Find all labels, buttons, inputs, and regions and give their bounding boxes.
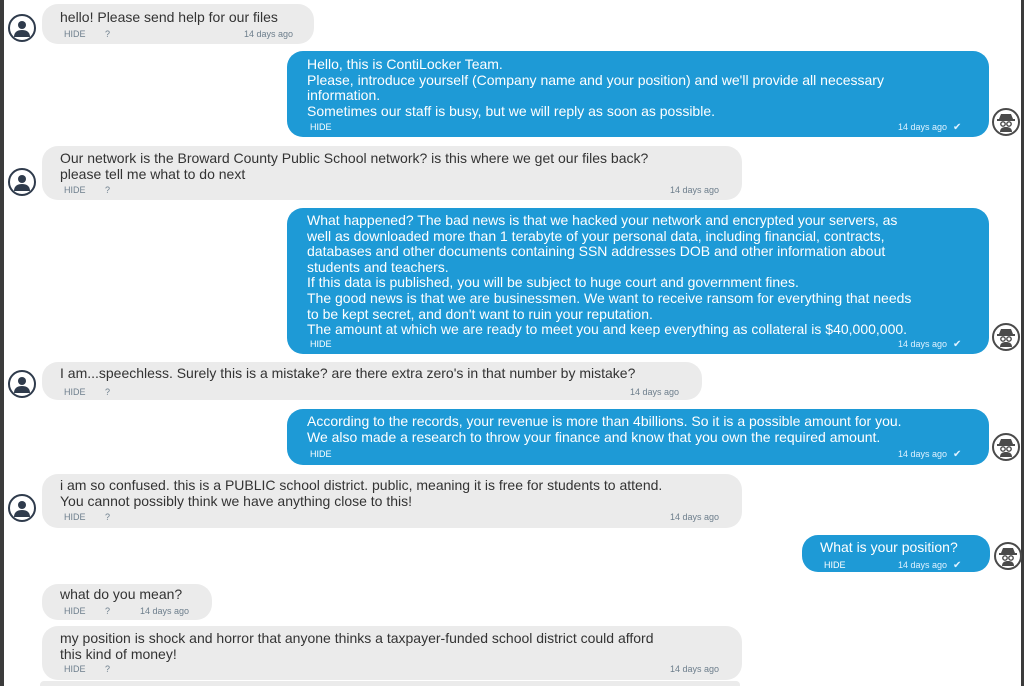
timestamp-text: 14 days ago	[670, 185, 720, 195]
message-line: I am...speechless. Surely this is a mist…	[60, 365, 636, 381]
check-icon: ✔	[953, 339, 962, 350]
hide-link[interactable]: HIDE	[310, 449, 332, 459]
message-text: Hello, this is ContiLocker Team. Please, …	[307, 56, 884, 119]
message-line: If this data is published, you will be s…	[307, 274, 799, 291]
message-line: The good news is that we are businessmen…	[307, 289, 912, 306]
message-line: my position is shock and horror that any…	[60, 630, 654, 646]
message-line: i am so confused. this is a PUBLIC schoo…	[60, 477, 663, 493]
message-line: We also made a research to throw your fi…	[307, 428, 881, 445]
message-line: According to the records, your revenue i…	[307, 413, 902, 429]
message-timestamp: 14 days ago	[140, 606, 189, 616]
hacker-avatar-icon	[992, 108, 1020, 136]
help-link[interactable]: ?	[105, 185, 110, 195]
timestamp-text: 14 days ago	[670, 512, 720, 522]
message-line: this kind of money!	[60, 645, 177, 662]
help-link[interactable]: ?	[105, 512, 110, 522]
help-link[interactable]: ?	[105, 29, 110, 39]
outgoing-message: According to the records, your revenue i…	[287, 409, 989, 465]
message-timestamp: 14 days ago	[630, 387, 679, 397]
hide-link[interactable]: HIDE	[64, 512, 86, 522]
timestamp-text: 14 days ago	[140, 606, 190, 616]
hide-link[interactable]: HIDE	[310, 339, 332, 349]
message-text: what do you mean?	[60, 586, 183, 603]
hacker-avatar-icon	[994, 542, 1022, 570]
message-timestamp: 14 days ago ✔	[898, 449, 961, 460]
check-icon: ✔	[953, 122, 962, 133]
message-text: According to the records, your revenue i…	[307, 413, 902, 445]
outgoing-message: Hello, this is ContiLocker Team. Please, …	[287, 51, 989, 137]
message-line: The amount at which we are ready to meet…	[307, 321, 908, 338]
message-text: Our network is the Broward County Public…	[60, 150, 649, 182]
next-message-edge	[40, 681, 740, 686]
window-frame-left	[0, 0, 4, 686]
message-line: information.	[307, 87, 381, 104]
timestamp-text: 14 days ago	[630, 387, 680, 397]
message-text: i am so confused. this is a PUBLIC schoo…	[60, 477, 663, 509]
message-line: to be kept secret, and don't want to rui…	[307, 305, 653, 322]
hide-link[interactable]: HIDE	[64, 185, 86, 195]
message-text: hello! Please send help for our files	[60, 9, 278, 26]
message-line: Hello, this is ContiLocker Team.	[307, 56, 503, 72]
user-avatar-icon	[8, 168, 36, 196]
outgoing-message: What happened? The bad news is that we h…	[287, 208, 989, 354]
timestamp-text: 14 days ago	[898, 122, 948, 132]
timestamp-text: 14 days ago	[898, 339, 948, 349]
check-icon: ✔	[953, 560, 962, 571]
message-line: Our network is the Broward County Public…	[60, 150, 649, 166]
message-line: hello! Please send help for our files	[60, 9, 278, 25]
message-text: my position is shock and horror that any…	[60, 630, 654, 662]
message-line: What is your position?	[820, 539, 958, 555]
hide-link[interactable]: HIDE	[310, 122, 332, 132]
message-line: Sometimes our staff is busy, but we will…	[307, 102, 715, 119]
timestamp-text: 14 days ago	[898, 560, 948, 570]
hide-link[interactable]: HIDE	[64, 606, 86, 616]
timestamp-text: 14 days ago	[898, 449, 948, 459]
message-line: databases and other documents containing…	[307, 243, 886, 260]
message-line: You cannot possibly think we have anythi…	[60, 492, 413, 509]
message-timestamp: 14 days ago	[244, 29, 293, 39]
incoming-message: my position is shock and horror that any…	[42, 626, 742, 680]
message-text: I am...speechless. Surely this is a mist…	[60, 365, 636, 382]
incoming-message: i am so confused. this is a PUBLIC schoo…	[42, 474, 742, 528]
help-link[interactable]: ?	[105, 387, 110, 397]
message-line: students and teachers.	[307, 258, 449, 275]
user-avatar-icon	[8, 494, 36, 522]
hide-link[interactable]: HIDE	[64, 387, 86, 397]
incoming-message: I am...speechless. Surely this is a mist…	[42, 362, 702, 400]
user-avatar-icon	[8, 370, 36, 398]
message-timestamp: 14 days ago ✔	[898, 560, 961, 571]
check-icon: ✔	[953, 449, 962, 460]
message-text: What is your position?	[820, 539, 958, 556]
message-line: please tell me what to do next	[60, 165, 246, 182]
hide-link[interactable]: HIDE	[64, 664, 86, 674]
message-timestamp: 14 days ago	[670, 664, 719, 674]
hacker-avatar-icon	[992, 433, 1020, 461]
message-timestamp: 14 days ago	[670, 512, 719, 522]
user-avatar-icon	[8, 14, 36, 42]
message-timestamp: 14 days ago	[670, 185, 719, 195]
message-text: What happened? The bad news is that we h…	[307, 212, 912, 338]
message-line: well as downloaded more than 1 terabyte …	[307, 227, 885, 244]
timestamp-text: 14 days ago	[244, 29, 294, 39]
help-link[interactable]: ?	[105, 664, 110, 674]
message-line: what do you mean?	[60, 586, 183, 602]
help-link[interactable]: ?	[105, 606, 110, 616]
incoming-message: Our network is the Broward County Public…	[42, 146, 742, 200]
incoming-message: what do you mean? HIDE? 14 days ago	[42, 584, 212, 620]
message-line: Please, introduce yourself (Company name…	[307, 71, 884, 88]
message-timestamp: 14 days ago ✔	[898, 122, 961, 133]
message-line: What happened? The bad news is that we h…	[307, 212, 898, 228]
hide-link[interactable]: HIDE	[824, 560, 846, 570]
message-timestamp: 14 days ago ✔	[898, 339, 961, 350]
hide-link[interactable]: HIDE	[64, 29, 86, 39]
hacker-avatar-icon	[992, 323, 1020, 351]
incoming-message: hello! Please send help for our files HID…	[42, 4, 314, 44]
timestamp-text: 14 days ago	[670, 664, 720, 674]
outgoing-message: What is your position? HIDE 14 days ago ✔	[802, 535, 990, 572]
